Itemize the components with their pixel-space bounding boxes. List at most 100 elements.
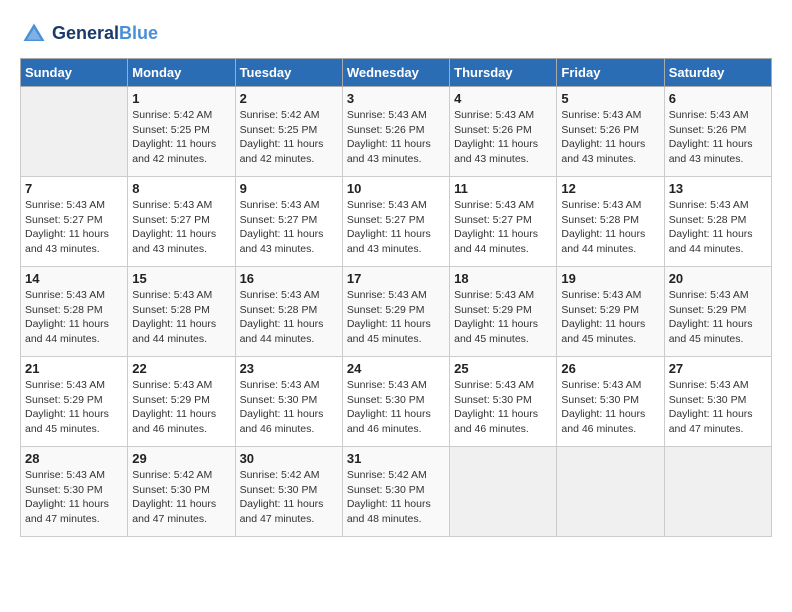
day-number: 7	[25, 181, 123, 196]
day-number: 14	[25, 271, 123, 286]
calendar-cell: 5Sunrise: 5:43 AM Sunset: 5:26 PM Daylig…	[557, 87, 664, 177]
calendar-cell: 25 Sunrise: 5:43 AM Sunset: 5:30 PM Dayli…	[450, 357, 557, 447]
column-header-sunday: Sunday	[21, 59, 128, 87]
calendar-cell: 10 Sunrise: 5:43 AM Sunset: 5:27 PM Dayli…	[342, 177, 449, 267]
logo: GeneralBlue	[20, 20, 158, 48]
calendar-cell: 9 Sunrise: 5:43 AM Sunset: 5:27 PM Daylig…	[235, 177, 342, 267]
calendar-cell: 24Sunrise: 5:43 AM Sunset: 5:30 PM Dayli…	[342, 357, 449, 447]
day-info: Sunrise: 5:43 AM Sunset: 5:27 PM Dayligh…	[132, 198, 230, 257]
day-number: 12	[561, 181, 659, 196]
day-number: 20	[669, 271, 767, 286]
day-info: Sunrise: 5:43 AM Sunset: 5:30 PM Dayligh…	[561, 378, 659, 437]
calendar-cell: 1Sunrise: 5:42 AM Sunset: 5:25 PM Daylig…	[128, 87, 235, 177]
calendar-cell: 13Sunrise: 5:43 AM Sunset: 5:28 PM Dayli…	[664, 177, 771, 267]
calendar-cell: 21 Sunrise: 5:43 AM Sunset: 5:29 PM Dayli…	[21, 357, 128, 447]
day-info: Sunrise: 5:43 AM Sunset: 5:27 PM Dayligh…	[347, 198, 445, 257]
calendar-week-1: 1Sunrise: 5:42 AM Sunset: 5:25 PM Daylig…	[21, 87, 772, 177]
column-header-tuesday: Tuesday	[235, 59, 342, 87]
calendar-header-row: SundayMondayTuesdayWednesdayThursdayFrid…	[21, 59, 772, 87]
column-header-thursday: Thursday	[450, 59, 557, 87]
calendar-cell: 15Sunrise: 5:43 AM Sunset: 5:28 PM Dayli…	[128, 267, 235, 357]
day-number: 19	[561, 271, 659, 286]
day-info: Sunrise: 5:42 AM Sunset: 5:30 PM Dayligh…	[240, 468, 338, 527]
calendar-cell: 14 Sunrise: 5:43 AM Sunset: 5:28 PM Dayli…	[21, 267, 128, 357]
calendar-week-5: 28 Sunrise: 5:43 AM Sunset: 5:30 PM Dayli…	[21, 447, 772, 537]
logo-text: GeneralBlue	[52, 24, 158, 44]
day-info: Sunrise: 5:42 AM Sunset: 5:25 PM Dayligh…	[132, 108, 230, 167]
day-number: 16	[240, 271, 338, 286]
day-info: Sunrise: 5:43 AM Sunset: 5:27 PM Dayligh…	[25, 198, 123, 257]
day-number: 26	[561, 361, 659, 376]
day-number: 30	[240, 451, 338, 466]
day-number: 13	[669, 181, 767, 196]
day-number: 18	[454, 271, 552, 286]
day-info: Sunrise: 5:43 AM Sunset: 5:29 PM Dayligh…	[669, 288, 767, 347]
day-info: Sunrise: 5:43 AM Sunset: 5:29 PM Dayligh…	[454, 288, 552, 347]
column-header-friday: Friday	[557, 59, 664, 87]
calendar-cell: 4 Sunrise: 5:43 AM Sunset: 5:26 PM Daylig…	[450, 87, 557, 177]
calendar-cell: 8 Sunrise: 5:43 AM Sunset: 5:27 PM Daylig…	[128, 177, 235, 267]
calendar-cell: 2 Sunrise: 5:42 AM Sunset: 5:25 PM Daylig…	[235, 87, 342, 177]
day-info: Sunrise: 5:43 AM Sunset: 5:27 PM Dayligh…	[454, 198, 552, 257]
day-info: Sunrise: 5:43 AM Sunset: 5:30 PM Dayligh…	[25, 468, 123, 527]
calendar-cell: 18 Sunrise: 5:43 AM Sunset: 5:29 PM Dayli…	[450, 267, 557, 357]
day-number: 17	[347, 271, 445, 286]
calendar-cell: 22 Sunrise: 5:43 AM Sunset: 5:29 PM Dayli…	[128, 357, 235, 447]
calendar-cell: 16 Sunrise: 5:43 AM Sunset: 5:28 PM Dayli…	[235, 267, 342, 357]
day-info: Sunrise: 5:42 AM Sunset: 5:30 PM Dayligh…	[132, 468, 230, 527]
day-number: 2	[240, 91, 338, 106]
day-number: 29	[132, 451, 230, 466]
calendar-cell: 20 Sunrise: 5:43 AM Sunset: 5:29 PM Dayli…	[664, 267, 771, 357]
calendar-cell: 27 Sunrise: 5:43 AM Sunset: 5:30 PM Dayli…	[664, 357, 771, 447]
calendar-cell: 3 Sunrise: 5:43 AM Sunset: 5:26 PM Daylig…	[342, 87, 449, 177]
day-info: Sunrise: 5:43 AM Sunset: 5:28 PM Dayligh…	[25, 288, 123, 347]
day-number: 15	[132, 271, 230, 286]
day-number: 4	[454, 91, 552, 106]
day-info: Sunrise: 5:43 AM Sunset: 5:29 PM Dayligh…	[25, 378, 123, 437]
calendar-week-3: 14 Sunrise: 5:43 AM Sunset: 5:28 PM Dayli…	[21, 267, 772, 357]
day-number: 3	[347, 91, 445, 106]
day-info: Sunrise: 5:43 AM Sunset: 5:30 PM Dayligh…	[669, 378, 767, 437]
day-info: Sunrise: 5:43 AM Sunset: 5:30 PM Dayligh…	[454, 378, 552, 437]
calendar-cell: 31 Sunrise: 5:42 AM Sunset: 5:30 PM Dayli…	[342, 447, 449, 537]
day-number: 8	[132, 181, 230, 196]
day-info: Sunrise: 5:42 AM Sunset: 5:25 PM Dayligh…	[240, 108, 338, 167]
calendar-cell: 29 Sunrise: 5:42 AM Sunset: 5:30 PM Dayli…	[128, 447, 235, 537]
calendar-week-2: 7 Sunrise: 5:43 AM Sunset: 5:27 PM Daylig…	[21, 177, 772, 267]
day-info: Sunrise: 5:43 AM Sunset: 5:28 PM Dayligh…	[561, 198, 659, 257]
day-info: Sunrise: 5:43 AM Sunset: 5:26 PM Dayligh…	[347, 108, 445, 167]
calendar-cell: 6Sunrise: 5:43 AM Sunset: 5:26 PM Daylig…	[664, 87, 771, 177]
logo-icon	[20, 20, 48, 48]
day-number: 22	[132, 361, 230, 376]
day-number: 25	[454, 361, 552, 376]
day-number: 10	[347, 181, 445, 196]
day-info: Sunrise: 5:43 AM Sunset: 5:29 PM Dayligh…	[132, 378, 230, 437]
column-header-saturday: Saturday	[664, 59, 771, 87]
calendar-cell: 19Sunrise: 5:43 AM Sunset: 5:29 PM Dayli…	[557, 267, 664, 357]
calendar-cell: 26 Sunrise: 5:43 AM Sunset: 5:30 PM Dayli…	[557, 357, 664, 447]
column-header-wednesday: Wednesday	[342, 59, 449, 87]
calendar-cell	[21, 87, 128, 177]
day-info: Sunrise: 5:43 AM Sunset: 5:26 PM Dayligh…	[454, 108, 552, 167]
page-header: GeneralBlue	[20, 20, 772, 48]
day-info: Sunrise: 5:43 AM Sunset: 5:28 PM Dayligh…	[240, 288, 338, 347]
calendar-cell	[664, 447, 771, 537]
column-header-monday: Monday	[128, 59, 235, 87]
calendar-cell: 11 Sunrise: 5:43 AM Sunset: 5:27 PM Dayli…	[450, 177, 557, 267]
day-info: Sunrise: 5:43 AM Sunset: 5:26 PM Dayligh…	[669, 108, 767, 167]
day-info: Sunrise: 5:43 AM Sunset: 5:29 PM Dayligh…	[347, 288, 445, 347]
day-number: 21	[25, 361, 123, 376]
day-number: 9	[240, 181, 338, 196]
day-number: 11	[454, 181, 552, 196]
day-info: Sunrise: 5:43 AM Sunset: 5:30 PM Dayligh…	[347, 378, 445, 437]
day-number: 31	[347, 451, 445, 466]
day-number: 27	[669, 361, 767, 376]
day-number: 23	[240, 361, 338, 376]
day-info: Sunrise: 5:43 AM Sunset: 5:27 PM Dayligh…	[240, 198, 338, 257]
day-info: Sunrise: 5:42 AM Sunset: 5:30 PM Dayligh…	[347, 468, 445, 527]
calendar-cell: 17 Sunrise: 5:43 AM Sunset: 5:29 PM Dayli…	[342, 267, 449, 357]
calendar-cell: 30 Sunrise: 5:42 AM Sunset: 5:30 PM Dayli…	[235, 447, 342, 537]
day-number: 5	[561, 91, 659, 106]
day-number: 28	[25, 451, 123, 466]
calendar-cell	[450, 447, 557, 537]
